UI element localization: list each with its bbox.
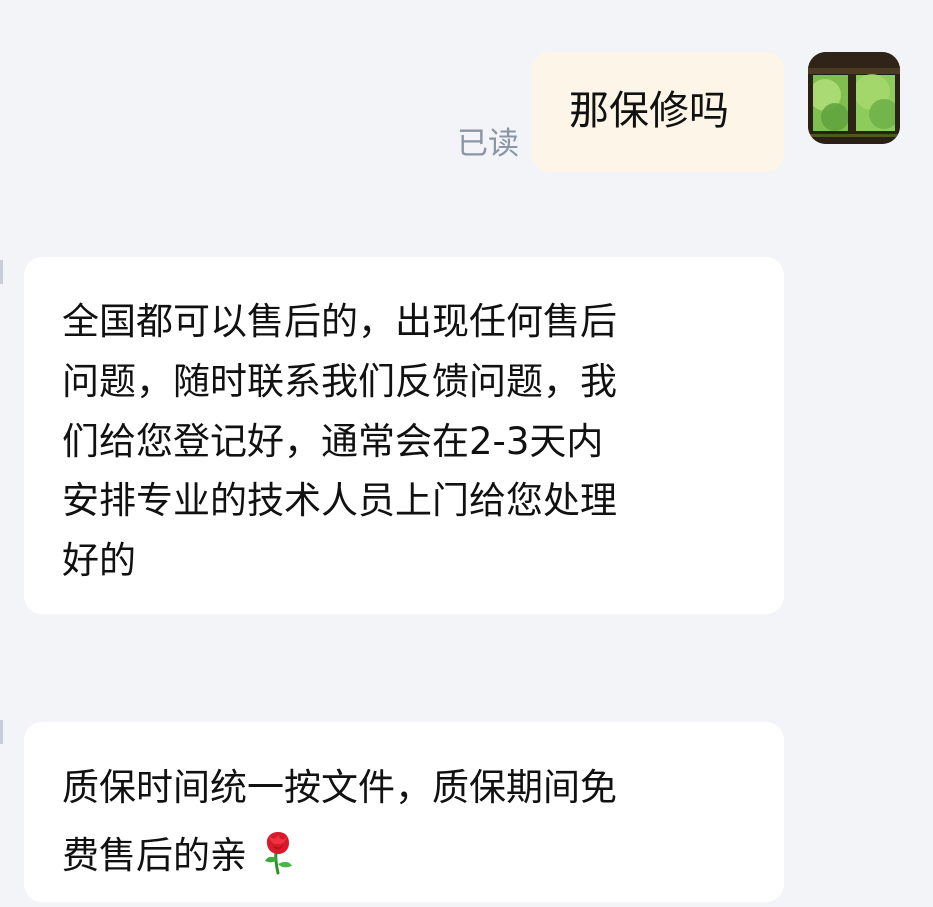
incoming-message-text: 费售后的亲 [62,834,247,877]
message-edge-marker [0,260,3,284]
garden-photo-icon [808,52,900,144]
incoming-message-line: 质保时间统一按文件，质保期间免 [62,766,617,809]
sender-name-blurred [39,208,109,232]
outgoing-message-bubble[interactable]: 那保修吗 [532,52,784,172]
outgoing-message-text: 那保修吗 [569,88,729,134]
incoming-message-line: 费售后的亲 [62,828,295,876]
incoming-message-line: 问题，随时联系我们反馈问题，我 [62,360,617,403]
incoming-message-bubble[interactable]: 全国都可以售后的，出现任何售后 问题，随时联系我们反馈问题，我 们给您登记好，通… [24,257,784,614]
read-receipt: 已读 [457,126,519,162]
outgoing-message-row: 已读 那保修吗 [0,0,933,190]
rose-emoji-icon [261,828,295,876]
incoming-message-line: 好的 [62,539,136,582]
incoming-message-line: 全国都可以售后的，出现任何售后 [62,300,617,343]
incoming-message-line: 们给您登记好，通常会在2-3天内 [62,420,604,463]
user-avatar[interactable] [808,52,900,144]
incoming-message-line: 安排专业的技术人员上门给您处理 [62,479,617,522]
incoming-message-bubble[interactable]: 质保时间统一按文件，质保期间免 费售后的亲 [24,722,784,902]
message-edge-marker [0,720,3,744]
sender-name-blurred [39,677,109,701]
